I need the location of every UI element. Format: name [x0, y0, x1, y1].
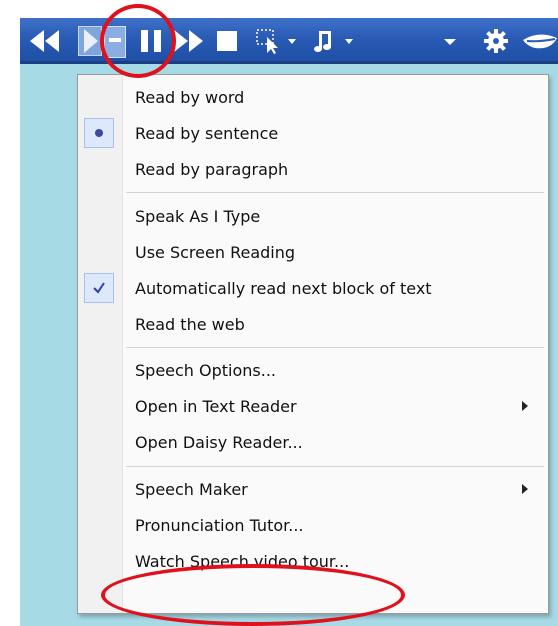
submenu-arrow-icon — [522, 401, 528, 411]
menu-item-speech-maker[interactable]: Speech Maker — [78, 471, 548, 507]
selection-tool-button[interactable] — [254, 18, 302, 64]
play-icon — [84, 29, 98, 53]
menu-item-speech-options[interactable]: Speech Options... — [78, 352, 548, 388]
voice-button[interactable] — [310, 18, 360, 64]
menu-item-read-by-word[interactable]: Read by word — [78, 79, 548, 115]
menu-item-label: Use Screen Reading — [135, 243, 296, 262]
pause-button[interactable] — [136, 18, 170, 64]
menu-separator — [126, 192, 544, 193]
menu-item-use-screen-reading[interactable]: Use Screen Reading — [78, 234, 548, 270]
menu-item-open-daisy-reader[interactable]: Open Daisy Reader... — [78, 424, 548, 460]
menu-item-read-by-paragraph[interactable]: Read by paragraph — [78, 151, 548, 187]
play-options-dropdown-button[interactable] — [104, 26, 126, 58]
menu-item-label: Automatically read next block of text — [135, 279, 432, 298]
pause-icon — [141, 30, 161, 52]
menu-item-label: Pronunciation Tutor... — [135, 516, 304, 535]
menu-item-label: Open Daisy Reader... — [135, 433, 303, 452]
stop-button[interactable] — [210, 18, 244, 64]
menu-item-label: Read by paragraph — [135, 160, 289, 179]
menu-item-open-in-text-reader[interactable]: Open in Text Reader — [78, 388, 548, 424]
fast-forward-icon — [174, 30, 203, 52]
rewind-button[interactable] — [26, 18, 64, 64]
submenu-arrow-icon — [522, 484, 528, 494]
play-button[interactable] — [78, 26, 102, 56]
settings-button[interactable] — [478, 18, 514, 64]
fast-forward-button[interactable] — [170, 18, 208, 64]
selection-icon — [256, 29, 296, 54]
dropdown-arrow-icon — [109, 38, 121, 42]
menu-item-read-by-sentence[interactable]: Read by sentence — [78, 115, 548, 151]
dropdown-arrow-icon — [444, 39, 456, 45]
settings-gear-icon — [484, 29, 508, 53]
menu-item-label: Open in Text Reader — [135, 397, 297, 416]
speech-button[interactable] — [520, 18, 558, 64]
menu-item-pronunciation-tutor[interactable]: Pronunciation Tutor... — [78, 507, 548, 543]
menu-item-label: Speak As I Type — [135, 207, 261, 226]
menu-separator — [126, 347, 544, 348]
menu-item-label: Watch Speech video tour... — [135, 552, 350, 571]
menu-item-label: Read the web — [135, 315, 245, 334]
menu-item-automatically-read-next-block-of-text[interactable]: Automatically read next block of text — [78, 270, 548, 306]
rewind-icon — [30, 30, 59, 52]
music-dropdown-button[interactable] — [430, 18, 470, 64]
menu-item-label: Read by sentence — [135, 124, 279, 143]
menu-item-read-the-web[interactable]: Read the web — [78, 306, 548, 342]
menu-item-speak-as-i-type[interactable]: Speak As I Type — [78, 198, 548, 234]
menu-item-label: Read by word — [135, 88, 245, 107]
play-options-menu: Read by word Read by sentence Read by para… — [77, 74, 549, 614]
menu-item-watch-speech-video-tour[interactable]: Watch Speech video tour... — [78, 543, 548, 579]
menu-item-label: Speech Maker — [135, 480, 248, 499]
checkmark-icon — [84, 273, 114, 303]
menu-item-label: Speech Options... — [135, 361, 277, 380]
stop-icon — [217, 31, 237, 51]
radio-selected-icon — [84, 118, 114, 148]
menu-separator — [126, 466, 544, 467]
mouth-icon — [523, 34, 557, 49]
speech-toolbar — [20, 18, 558, 64]
music-note-icon — [314, 31, 353, 52]
